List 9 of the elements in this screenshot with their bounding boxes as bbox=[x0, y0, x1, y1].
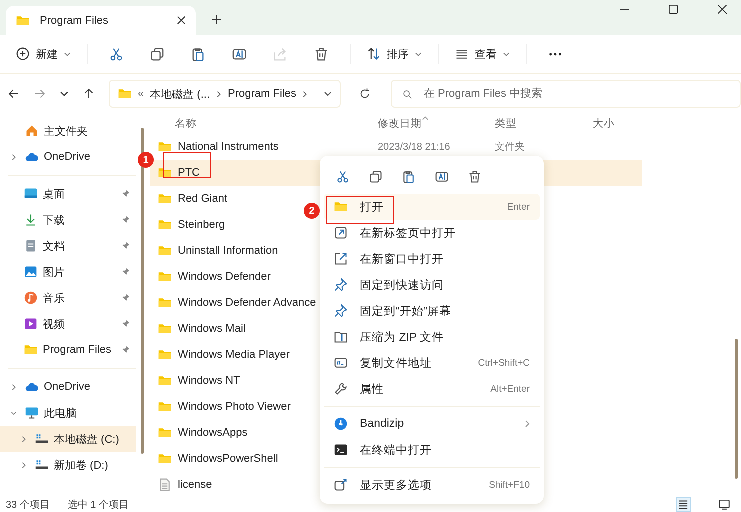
shortcut-text: Ctrl+Shift+C bbox=[478, 358, 530, 368]
tab-title: Program Files bbox=[40, 14, 110, 26]
shortcut-text: Shift+F10 bbox=[489, 480, 530, 490]
item-count: 33 个项目 bbox=[6, 498, 50, 512]
step-badge: 2 bbox=[304, 203, 320, 219]
shortcut-text: Alt+Enter bbox=[490, 384, 530, 394]
shortcut-text: Enter bbox=[507, 202, 530, 212]
selection-count: 选中 1 个项目 bbox=[68, 498, 130, 512]
step-badge: 1 bbox=[138, 152, 154, 168]
